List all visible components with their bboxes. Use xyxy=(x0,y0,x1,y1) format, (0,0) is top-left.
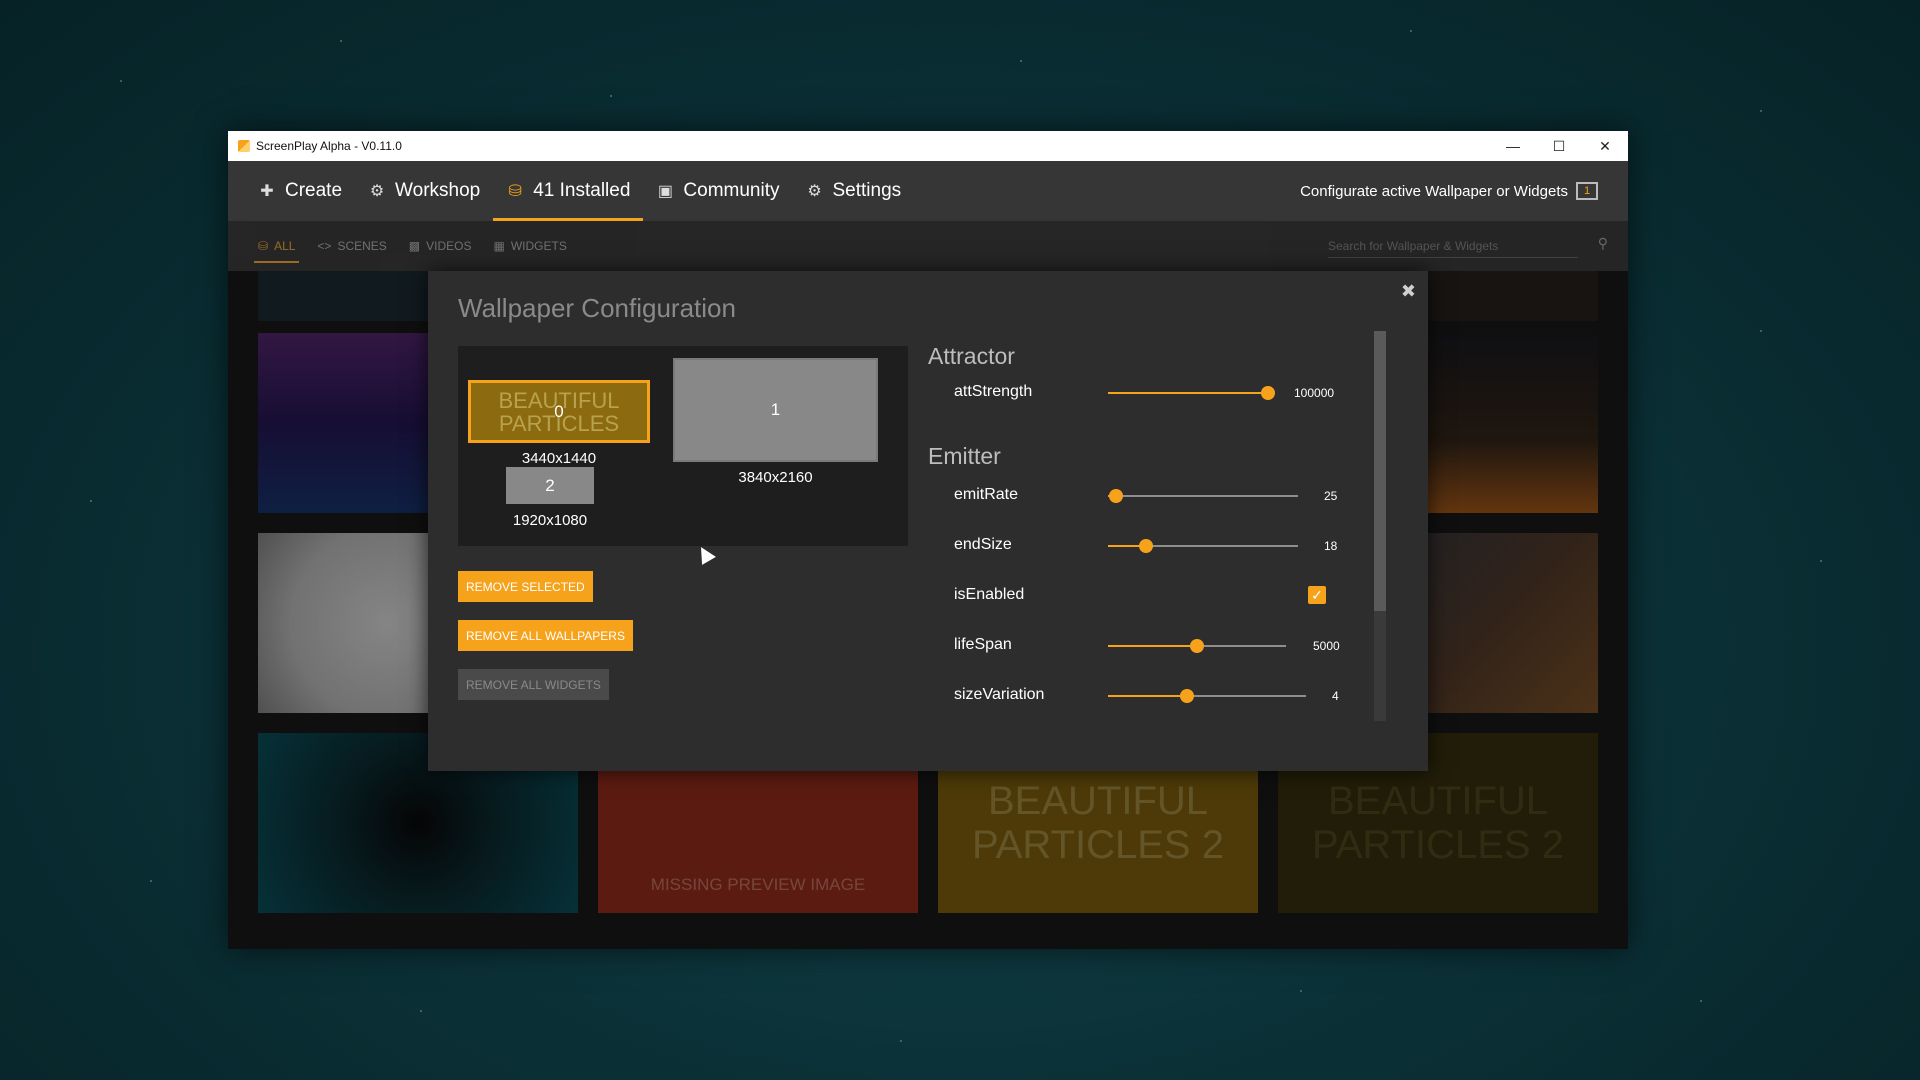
isenabled-checkbox[interactable]: ✓ xyxy=(1308,586,1326,604)
monitor-selector: BEAUTIFUL PARTICLES 0 3440x1440 1 3840x2… xyxy=(458,346,908,546)
filter-scenes[interactable]: <> SCENES xyxy=(317,221,386,271)
nav-community[interactable]: ▣ Community xyxy=(643,161,792,221)
dialog-title: Wallpaper Configuration xyxy=(458,293,736,323)
slider-fill xyxy=(1108,392,1268,394)
window-controls: — ☐ ✕ xyxy=(1490,131,1628,161)
slider-handle[interactable] xyxy=(1190,639,1204,653)
monitor-2[interactable]: 2 xyxy=(506,467,594,504)
monitor-0[interactable]: BEAUTIFUL PARTICLES 0 xyxy=(468,380,650,443)
monitor-2-id: 2 xyxy=(545,475,555,495)
prop-attstrength-value: 100000 xyxy=(1294,386,1335,400)
wallpaper-configuration-dialog: Wallpaper Configuration ✖ BEAUTIFUL PART… xyxy=(428,271,1428,771)
maximize-button[interactable]: ☐ xyxy=(1536,131,1582,161)
monitor-1-resolution: 3840x2160 xyxy=(738,469,813,486)
nav-installed-label: 41 Installed xyxy=(533,180,631,201)
section-attractor: Attractor xyxy=(928,343,1015,369)
active-count-badge: 1 xyxy=(1583,185,1591,197)
database-icon: ⛁ xyxy=(508,183,522,200)
attstrength-slider[interactable] xyxy=(1108,386,1275,400)
app-logo-icon xyxy=(238,140,250,152)
nav-settings-label: Settings xyxy=(832,180,902,201)
nav-workshop-label: Workshop xyxy=(395,180,481,201)
nav-community-label: Community xyxy=(683,180,780,201)
monitor-0-id: 0 xyxy=(554,401,564,421)
filter-bar: ⛁ ALL <> SCENES ▩ VIDEOS ▦ WIDGETS Searc… xyxy=(228,221,1628,271)
prop-endsize-label: endSize xyxy=(954,536,1012,553)
slider-fill xyxy=(1108,695,1188,697)
checkmark-icon: ✓ xyxy=(1311,586,1323,603)
monitor-1-id: 1 xyxy=(770,400,781,419)
endsize-slider[interactable] xyxy=(1108,539,1298,553)
title-bar: ScreenPlay Alpha - V0.11.0 — ☐ ✕ xyxy=(228,131,1628,161)
slider-handle[interactable] xyxy=(1139,539,1153,553)
section-emitter: Emitter xyxy=(928,443,1001,469)
wallpaper-properties: Attractor attStrength 100000 Emitter emi… xyxy=(928,331,1378,751)
film-icon: ▩ xyxy=(408,239,421,253)
filter-all-label: ALL xyxy=(274,239,296,253)
chat-icon: ▣ xyxy=(657,183,673,200)
search-placeholder: Search for Wallpaper & Widgets xyxy=(1328,239,1499,253)
main-navigation: ✚ Create ⚙ Workshop ⛁ 41 Installed ▣ Com… xyxy=(228,161,1628,221)
monitor-1[interactable]: 1 xyxy=(673,358,878,462)
remove-selected-button[interactable]: REMOVE SELECTED xyxy=(458,571,593,602)
nav-create-label: Create xyxy=(285,180,343,201)
nav-settings[interactable]: ⚙ Settings xyxy=(792,161,914,221)
slider-handle[interactable] xyxy=(1180,689,1195,703)
remove-all-wallpapers-button[interactable]: REMOVE ALL WALLPAPERS xyxy=(458,620,633,651)
steam-icon: ⚙ xyxy=(369,183,385,200)
minimize-button[interactable]: — xyxy=(1490,131,1536,161)
scrollbar-thumb[interactable] xyxy=(1374,331,1386,611)
properties-scrollbar[interactable] xyxy=(1374,331,1386,721)
slider-fill xyxy=(1108,645,1197,647)
code-icon: <> xyxy=(317,239,332,253)
nav-create[interactable]: ✚ Create xyxy=(245,161,355,221)
prop-endsize-value: 18 xyxy=(1324,539,1338,553)
monitor-0-resolution: 3440x1440 xyxy=(521,450,597,467)
window-title: ScreenPlay Alpha - V0.11.0 xyxy=(256,139,402,153)
prop-attstrength-label: attStrength xyxy=(954,383,1033,400)
grid-icon: ▦ xyxy=(493,239,505,253)
search-input[interactable]: Search for Wallpaper & Widgets ⚲ xyxy=(1328,235,1608,258)
slider-handle[interactable] xyxy=(1108,489,1123,503)
prop-sizevariation-label: sizeVariation xyxy=(954,686,1045,703)
remove-all-widgets-button: REMOVE ALL WIDGETS xyxy=(458,669,609,700)
lifespan-slider[interactable] xyxy=(1108,639,1286,653)
monitor-icon: 1 xyxy=(1576,182,1598,200)
gear-icon: ⚙ xyxy=(807,183,822,200)
active-config-label: Configurate active Wallpaper or Widgets xyxy=(1300,182,1568,200)
nav-installed[interactable]: ⛁ 41 Installed xyxy=(493,161,644,221)
database-icon: ⛁ xyxy=(258,239,269,253)
filter-videos-label: VIDEOS xyxy=(426,239,472,253)
close-icon[interactable]: ✖ xyxy=(1401,281,1416,302)
prop-lifespan-value: 5000 xyxy=(1313,639,1340,653)
prop-emitrate-label: emitRate xyxy=(954,486,1019,503)
emitrate-slider[interactable] xyxy=(1108,489,1298,503)
filter-all[interactable]: ⛁ ALL xyxy=(253,221,300,271)
search-icon[interactable]: ⚲ xyxy=(1598,235,1608,252)
prop-lifespan-label: lifeSpan xyxy=(954,636,1012,653)
filter-videos[interactable]: ▩ VIDEOS xyxy=(409,221,472,271)
filter-scenes-label: SCENES xyxy=(337,239,387,253)
plus-icon: ✚ xyxy=(260,183,274,200)
filter-widgets-label: WIDGETS xyxy=(510,239,567,253)
filter-widgets[interactable]: ▦ WIDGETS xyxy=(494,221,567,271)
nav-workshop[interactable]: ⚙ Workshop xyxy=(355,161,493,221)
prop-emitrate-value: 25 xyxy=(1324,489,1338,503)
active-wallpaper-config-link[interactable]: Configurate active Wallpaper or Widgets … xyxy=(1300,161,1598,221)
slider-handle[interactable] xyxy=(1261,386,1275,400)
monitor-2-resolution: 1920x1080 xyxy=(512,512,588,529)
sizevariation-slider[interactable] xyxy=(1108,689,1306,703)
prop-isenabled-label: isEnabled xyxy=(954,586,1025,603)
close-button[interactable]: ✕ xyxy=(1582,131,1628,161)
prop-sizevariation-value: 4 xyxy=(1332,689,1339,703)
